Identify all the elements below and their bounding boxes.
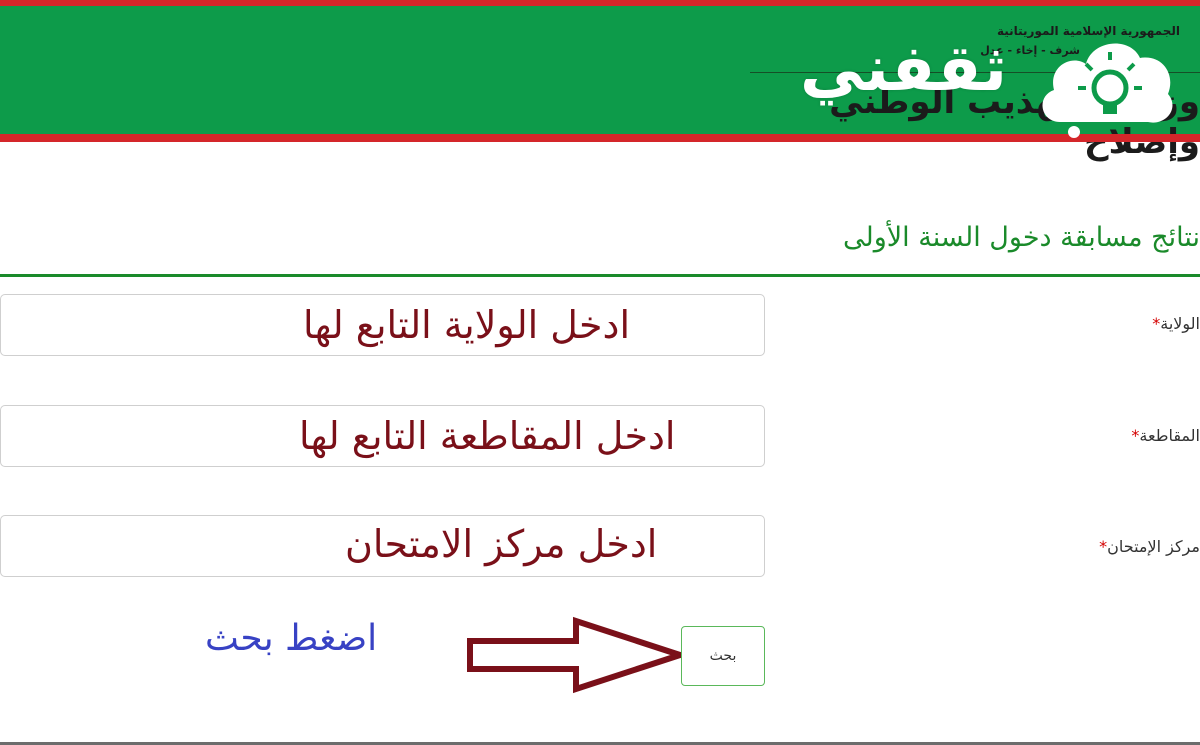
district-hint: ادخل المقاطعة التابع لها	[299, 414, 676, 458]
district-select[interactable]: ادخل المقاطعة التابع لها	[0, 405, 765, 467]
state-hint: ادخل الولاية التابع لها	[303, 303, 631, 347]
brand-watermark: ثقفني	[800, 14, 1180, 144]
exam-center-label-text: مركز الإمتحان	[1107, 537, 1200, 556]
district-label: المقاطعة*	[1131, 426, 1200, 445]
title-divider	[0, 274, 1200, 277]
district-label-text: المقاطعة	[1139, 426, 1200, 445]
exam-center-hint: ادخل مركز الامتحان	[345, 522, 658, 566]
state-select[interactable]: ادخل الولاية التابع لها	[0, 294, 765, 356]
state-label-text: الولاية	[1160, 314, 1200, 333]
arrow-right-icon	[467, 616, 686, 694]
exam-center-select[interactable]: ادخل مركز الامتحان	[0, 515, 765, 577]
exam-center-label: مركز الإمتحان*	[1099, 537, 1200, 556]
page-title: نتائج مسابقة دخول السنة الأولى	[843, 222, 1200, 253]
required-mark: *	[1099, 537, 1108, 556]
state-label: الولاية*	[1152, 314, 1200, 333]
lightbulb-cloud-icon	[1042, 43, 1173, 138]
press-search-hint: اضغط بحث	[205, 618, 378, 659]
search-button[interactable]: بحث	[681, 626, 765, 686]
brand-name: ثقفني	[800, 32, 1008, 106]
